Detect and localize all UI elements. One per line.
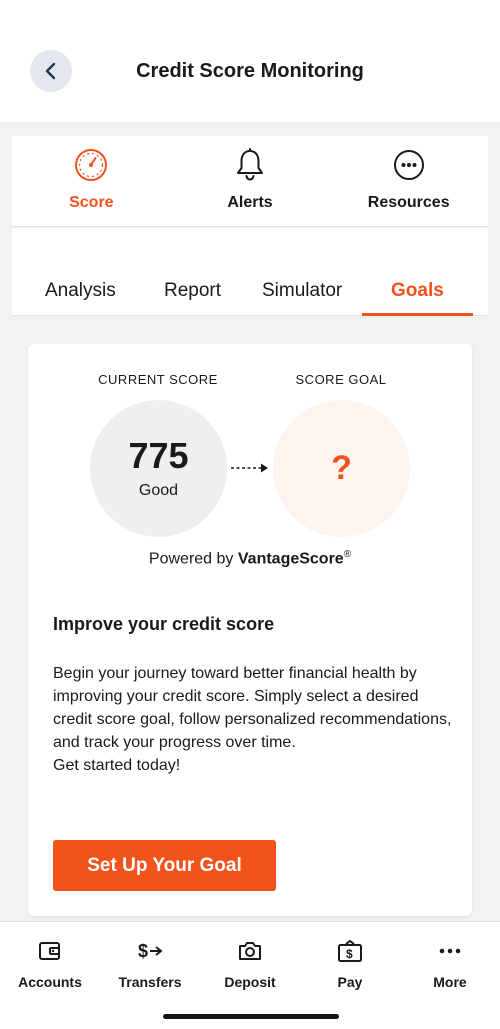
app-header: Credit Score Monitoring [0,0,500,122]
nav-deposit-label: Deposit [224,974,276,990]
top-tab-bar: Score Alerts Resources [12,136,488,227]
current-score-rating: Good [138,481,179,499]
vantagescore-brand: VantageScore [237,550,344,568]
bell-icon [237,148,263,181]
nav-accounts-label: Accounts [18,974,82,990]
score-goal-card: CURRENT SCORE SCORE GOAL 775 Good ? Powe… [28,344,472,916]
score-goal-value: ? [331,449,352,487]
dashed-arrow-icon [231,463,268,473]
nav-transfers-label: Transfers [118,974,182,990]
tab-resources-label: Resources [367,194,450,211]
bottom-nav: Accounts $ Transfers Deposit $ Pay More [0,921,500,1029]
subtab-simulator[interactable]: Simulator [262,280,342,302]
svg-text:$: $ [138,941,148,961]
nav-pay-label: Pay [337,974,363,990]
nav-pay[interactable]: $ Pay [300,922,400,1029]
subtab-report[interactable]: Report [164,280,221,302]
subtab-goals[interactable]: Goals [391,280,444,302]
nav-more-label: More [433,974,467,990]
nav-more[interactable]: More [400,922,500,1029]
camera-icon [239,942,261,960]
improve-cta-text: Get started today! [53,757,181,774]
improve-body-text: Begin your journey toward better financi… [53,665,452,751]
page-title: Credit Score Monitoring [136,60,364,82]
current-score-label: CURRENT SCORE [98,372,218,387]
sub-tab-bar: Analysis Report Simulator Goals [12,228,488,316]
tab-score-label: Score [69,194,114,211]
improve-description: Begin your journey toward better financi… [53,662,453,777]
bill-pay-icon: $ [338,939,362,962]
nav-accounts[interactable]: Accounts [0,922,100,1029]
set-up-goal-button[interactable]: Set Up Your Goal [53,840,276,891]
powered-prefix: Powered by [148,550,234,568]
wallet-icon [39,942,60,960]
tab-score[interactable]: Score [12,136,171,226]
score-goal-circle[interactable]: ? [273,400,410,537]
active-tab-indicator [362,313,473,316]
more-dots-icon [439,948,461,954]
tab-alerts[interactable]: Alerts [171,136,330,226]
score-goal-label: SCORE GOAL [295,372,387,387]
svg-text:$: $ [346,947,353,961]
subtab-analysis[interactable]: Analysis [45,280,116,302]
powered-by: Powered by VantageScore® [28,549,472,568]
improve-title: Improve your credit score [53,614,275,634]
transfer-dollar-icon: $ [138,941,163,961]
speedometer-icon [75,149,108,181]
more-circle-icon [393,150,424,180]
registered-mark: ® [343,549,352,560]
nav-transfers[interactable]: $ Transfers [100,922,200,1029]
current-score-circle: 775 Good [90,400,227,537]
current-score-value: 775 [128,434,189,476]
tab-resources[interactable]: Resources [329,136,488,226]
home-indicator[interactable] [163,1014,339,1019]
nav-deposit[interactable]: Deposit [200,922,300,1029]
tab-alerts-label: Alerts [227,194,273,211]
